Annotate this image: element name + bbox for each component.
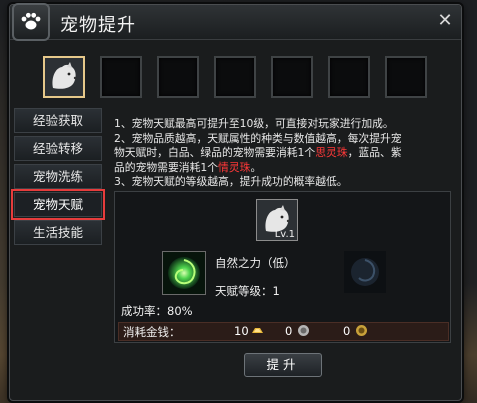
desc-text: 物天赋时，白品、绿品的宠物需要消耗1个	[114, 146, 316, 160]
pet-slot-3[interactable]	[157, 56, 199, 98]
copper-amount: 0	[343, 324, 351, 338]
silver-amount: 0	[285, 324, 293, 338]
desc-line-1: 1、宠物天赋最高可提升至10级，可直接对玩家进行加成。	[114, 117, 394, 130]
pet-slot-2[interactable]	[100, 56, 142, 98]
talent-panel: Lv.1 自然之力（低） 天赋等级：1 成功率：80% 消耗金钱： 10 0 0	[114, 191, 451, 343]
selected-pet-icon[interactable]: Lv.1	[256, 199, 298, 241]
pet-upgrade-window: 宠物提升 ✕ 经验获取 经验转移 宠物洗练 宠物天赋 生活技能 1、宠物天赋最高…	[9, 3, 463, 401]
side-tabs: 经验获取 经验转移 宠物洗练 宠物天赋 生活技能	[11, 108, 107, 248]
window-title: 宠物提升	[60, 15, 136, 36]
tab-pet-talent[interactable]: 宠物天赋	[11, 189, 105, 220]
gold-ingot-icon	[252, 328, 263, 333]
skill-name: 自然之力（低）	[215, 256, 296, 270]
tab-life-skill[interactable]: 生活技能	[14, 220, 102, 245]
pet-slot-5[interactable]	[271, 56, 313, 98]
pet-slot-7[interactable]	[385, 56, 427, 98]
tab-exp-gain[interactable]: 经验获取	[14, 108, 102, 133]
item-link-siling-pearl: 思灵珠	[315, 146, 348, 160]
desc-text: 品的宠物需要消耗1个	[114, 160, 219, 174]
talent-description: 1、宠物天赋最高可提升至10级，可直接对玩家进行加成。 2、宠物品质越高，天赋属…	[114, 117, 458, 190]
silver-coin-icon	[298, 325, 309, 336]
dim-swirl-icon	[344, 251, 386, 293]
white-pet-portrait-icon	[45, 58, 83, 96]
desc-text: ，蓝品、紫	[347, 146, 402, 160]
next-skill-preview-icon	[344, 251, 386, 293]
desc-line-4: 品的宠物需要消耗1个情灵珠。	[114, 161, 458, 176]
desc-text: 。	[250, 160, 262, 174]
green-swirl-icon	[163, 252, 205, 294]
copper-coin-icon	[356, 325, 367, 336]
item-link-qingling-pearl: 情灵珠	[218, 160, 251, 174]
pet-slot-6[interactable]	[328, 56, 370, 98]
desc-line-3: 物天赋时，白品、绿品的宠物需要消耗1个思灵珠，蓝品、紫	[114, 146, 458, 161]
cost-label: 消耗金钱：	[123, 325, 181, 339]
skill-level: 天赋等级：1	[215, 284, 280, 298]
upgrade-button[interactable]: 提升	[244, 353, 322, 377]
pet-slot-row	[43, 56, 463, 100]
nature-power-skill-icon[interactable]	[162, 251, 206, 295]
tab-pet-refine[interactable]: 宠物洗练	[14, 164, 102, 189]
tab-exp-transfer[interactable]: 经验转移	[14, 136, 102, 161]
desc-line-5: 3、宠物天赋的等级越高，提升成功的概率越低。	[114, 175, 348, 189]
paw-icon	[12, 3, 50, 41]
pet-slot-4[interactable]	[214, 56, 256, 98]
pet-level-badge: Lv.1	[274, 229, 295, 240]
gold-amount: 10	[234, 324, 249, 338]
pet-slot-1[interactable]	[43, 56, 85, 98]
titlebar: 宠物提升 ✕	[10, 3, 461, 41]
success-rate: 成功率：80%	[121, 304, 193, 318]
desc-line-2: 2、宠物品质越高，天赋属性的种类与数值越高，每次提升宠	[114, 131, 402, 145]
cost-bar: 消耗金钱： 10 0 0	[118, 322, 449, 341]
close-icon[interactable]: ✕	[435, 11, 455, 31]
